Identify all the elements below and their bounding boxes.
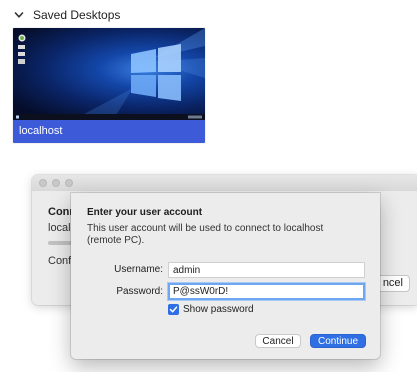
password-label: Password:: [116, 286, 163, 297]
desktop-thumbnail: [13, 28, 205, 120]
password-field[interactable]: [168, 283, 365, 300]
close-window-button[interactable]: [39, 179, 47, 187]
checkmark-icon: [169, 306, 178, 313]
continue-button[interactable]: Continue: [310, 334, 366, 348]
section-title: Saved Desktops: [33, 8, 121, 22]
windows-wallpaper-image: [13, 28, 205, 120]
username-field[interactable]: [168, 262, 365, 278]
saved-desktops-header[interactable]: Saved Desktops: [12, 6, 120, 24]
username-label: Username:: [114, 264, 163, 275]
desktop-name: localhost: [13, 120, 205, 143]
dialog-title: Enter your user account: [87, 207, 203, 218]
show-password-label[interactable]: Show password: [183, 304, 254, 315]
desktop-tile-localhost[interactable]: localhost: [13, 28, 205, 143]
titlebar: [32, 175, 417, 191]
dialog-description: This user account will be used to connec…: [87, 223, 324, 246]
zoom-window-button[interactable]: [65, 179, 73, 187]
cancel-button[interactable]: Cancel: [255, 334, 301, 348]
status-text: Confi: [48, 255, 74, 267]
show-password-checkbox[interactable]: [168, 304, 179, 315]
user-account-dialog: Enter your user account This user accoun…: [71, 193, 380, 359]
minimize-window-button[interactable]: [52, 179, 60, 187]
chevron-down-icon[interactable]: [12, 8, 26, 22]
